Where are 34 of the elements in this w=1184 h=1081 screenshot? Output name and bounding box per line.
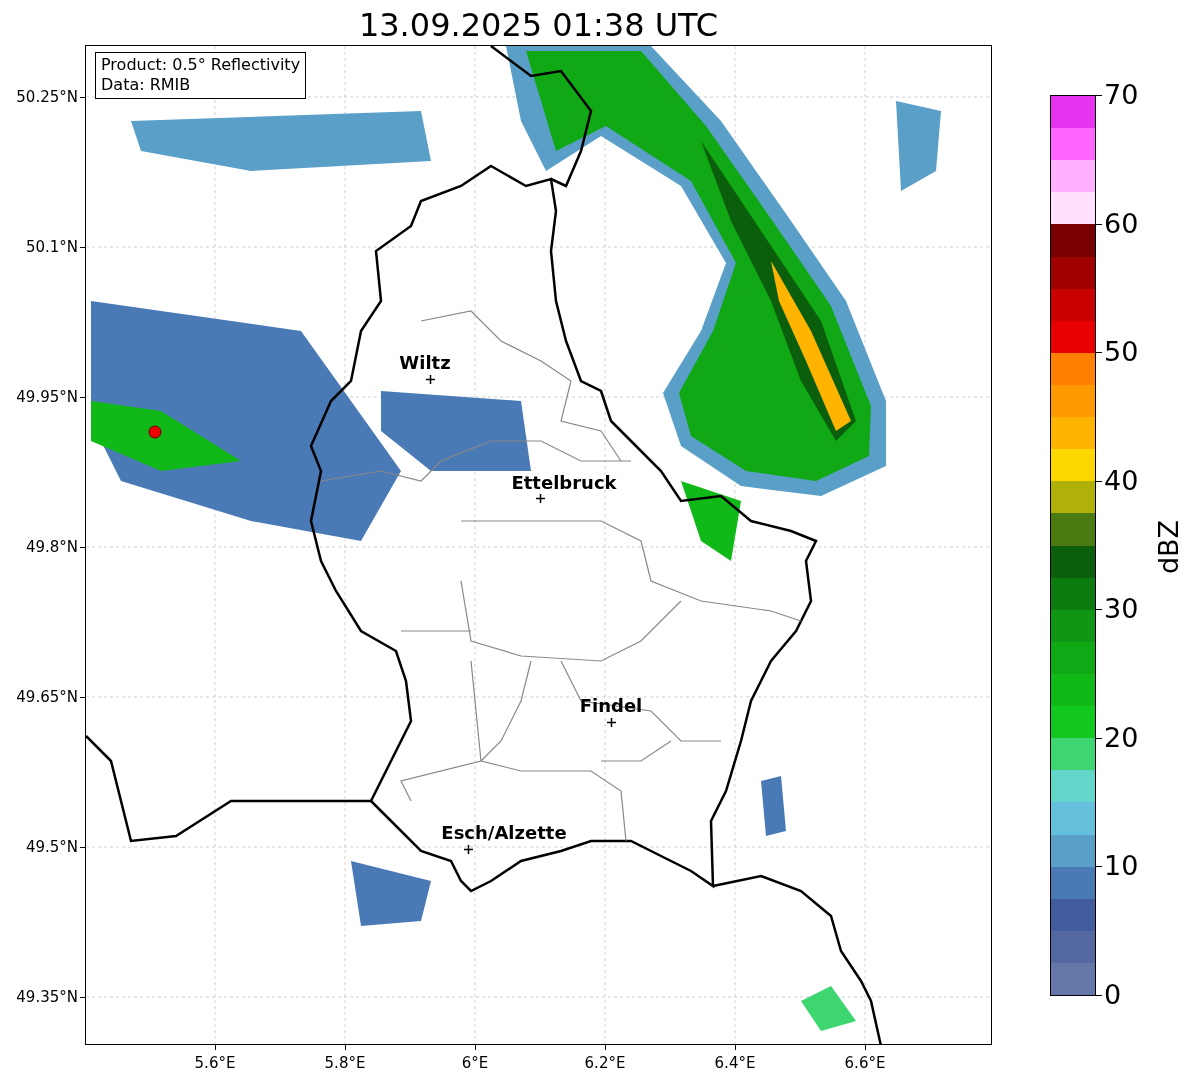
- longitude-label: 6.6°E: [844, 1054, 886, 1072]
- city-label: Wiltz: [399, 353, 451, 373]
- colorbar-tick-label: 20: [1104, 722, 1139, 753]
- latitude-label: 49.35°N: [16, 988, 78, 1006]
- latitude-label: 49.5°N: [25, 838, 78, 856]
- cross-marker-icon: [607, 718, 616, 727]
- colorbar-tick-label: 30: [1104, 594, 1139, 625]
- colorbar-tick-label: 50: [1104, 337, 1139, 368]
- latitude-label: 50.1°N: [25, 238, 78, 256]
- city-label: Esch/Alzette: [441, 823, 567, 843]
- chart-title: 13.09.2025 01:38 UTC: [358, 5, 719, 45]
- cross-marker-icon: [536, 494, 545, 503]
- radar-site-icon: [148, 425, 162, 439]
- city-label: Findel: [579, 696, 643, 716]
- colorbar-tick-label: 10: [1104, 851, 1139, 882]
- latitude-label: 49.65°N: [16, 688, 78, 706]
- longitude-label: 6°E: [461, 1054, 489, 1072]
- longitude-label: 6.2°E: [584, 1054, 626, 1072]
- colorbar-tick-label: 40: [1104, 465, 1139, 496]
- colorbar-tick-label: 0: [1104, 980, 1122, 1010]
- latitude-label: 49.95°N: [16, 388, 78, 406]
- info-text: Data: RMIB: [101, 75, 192, 95]
- info-text: Product: 0.5° Reflectivity: [101, 55, 301, 75]
- city-label: Ettelbruck: [511, 473, 617, 493]
- colorbar-tick-label: 70: [1104, 80, 1139, 110]
- longitude-label: 6.4°E: [714, 1054, 756, 1072]
- longitude-label: 5.6°E: [194, 1054, 236, 1072]
- latitude-label: 49.8°N: [25, 538, 78, 556]
- colorbar-label: dBZ: [1154, 519, 1184, 575]
- longitude-label: 5.8°E: [324, 1054, 366, 1072]
- cross-marker-icon: [464, 845, 473, 854]
- latitude-label: 50.25°N: [16, 88, 78, 106]
- cross-marker-icon: [426, 375, 435, 384]
- colorbar-tick-label: 60: [1104, 208, 1139, 239]
